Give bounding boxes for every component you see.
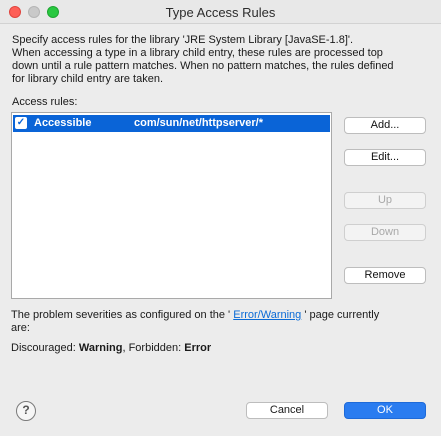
severity-suffix: ' page currently	[304, 309, 380, 321]
error-warning-link[interactable]: Error/Warning	[233, 309, 301, 321]
access-rule-pattern: com/sun/net/httpserver/*	[134, 117, 263, 129]
cancel-button[interactable]: Cancel	[246, 402, 328, 419]
type-access-rules-dialog: Type Access Rules Specify access rules f…	[0, 0, 441, 436]
help-icon[interactable]: ?	[16, 401, 36, 421]
description-line-3: down until a rule pattern matches. When …	[12, 60, 394, 72]
description-line-1: Specify access rules for the library 'JR…	[12, 34, 354, 46]
access-rule-checkbox[interactable]: ✓	[15, 117, 27, 129]
down-button[interactable]: Down	[344, 224, 426, 241]
description-line-4: for library child entry are taken.	[12, 73, 164, 85]
access-rule-kind: Accessible	[34, 117, 92, 129]
remove-button[interactable]: Remove	[344, 267, 426, 284]
window-title: Type Access Rules	[165, 5, 276, 20]
severity-prefix: The problem severities as configured on …	[11, 309, 231, 321]
title-bar: Type Access Rules	[0, 0, 441, 24]
description-line-2: When accessing a type in a library child…	[12, 47, 383, 59]
forbidden-label: , Forbidden:	[122, 342, 185, 354]
forbidden-value: Error	[184, 342, 212, 354]
add-button[interactable]: Add...	[344, 117, 426, 134]
ok-button[interactable]: OK	[344, 402, 426, 419]
description: Specify access rules for the library 'JR…	[12, 34, 432, 86]
access-rules-label: Access rules:	[12, 96, 78, 108]
discouraged-value: Warning	[78, 342, 123, 354]
access-rule-row[interactable]: ✓ Accessible com/sun/net/httpserver/*	[13, 115, 330, 132]
edit-button[interactable]: Edit...	[344, 149, 426, 166]
severity-line-2: are:	[11, 322, 30, 334]
severity-values: Discouraged: Warning, Forbidden: Error	[11, 342, 211, 354]
discouraged-label: Discouraged:	[11, 342, 79, 354]
up-button[interactable]: Up	[344, 192, 426, 209]
access-rules-list[interactable]: ✓ Accessible com/sun/net/httpserver/*	[11, 112, 332, 299]
severity-text: The problem severities as configured on …	[11, 309, 431, 335]
